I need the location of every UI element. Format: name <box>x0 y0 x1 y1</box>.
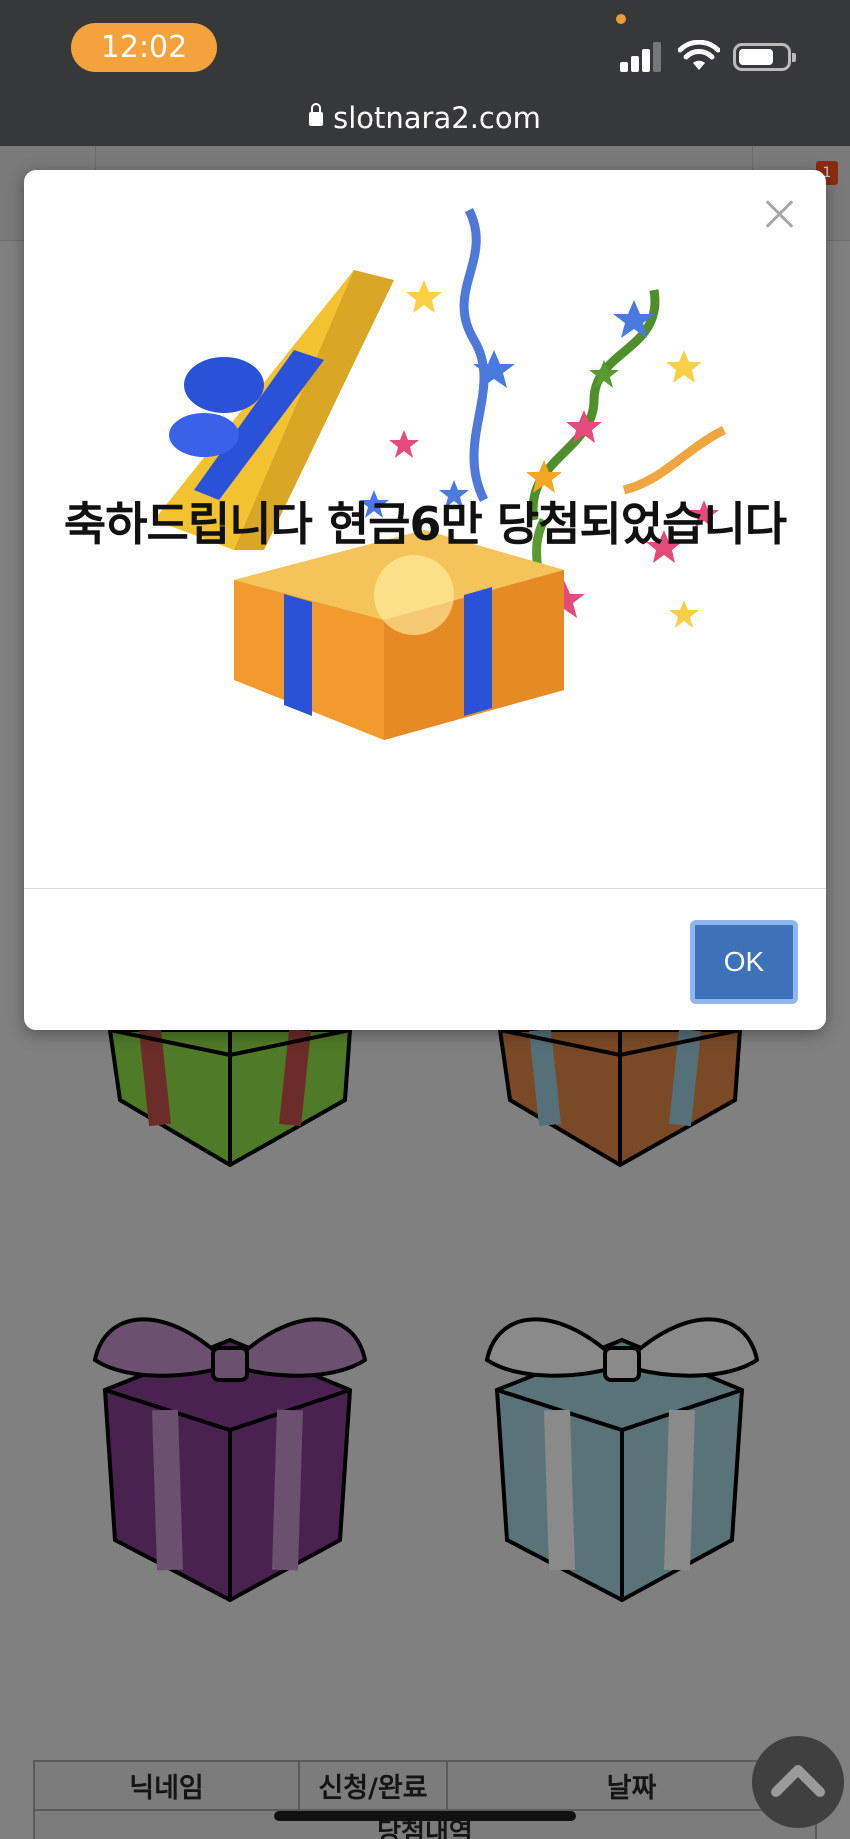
home-indicator <box>274 1811 576 1821</box>
address-bar[interactable]: slotnara2.com <box>0 98 850 138</box>
gift-box-purple-icon[interactable] <box>85 1290 375 1605</box>
close-icon[interactable] <box>764 198 796 230</box>
gift-box-teal-icon[interactable] <box>477 1290 767 1605</box>
scroll-to-top-button[interactable] <box>752 1736 844 1828</box>
status-bar: 12:02 slotnara2.com <box>0 0 850 146</box>
battery-icon <box>733 43 796 71</box>
url-text: slotnara2.com <box>333 101 541 135</box>
status-time: 12:02 <box>71 23 217 72</box>
recording-indicator-icon <box>616 14 626 24</box>
column-header-nickname: 닉네임 <box>33 1760 300 1811</box>
wifi-icon <box>678 40 720 70</box>
gift-box-brown-icon[interactable] <box>490 1010 750 1180</box>
winners-table: 닉네임 신청/완료 날짜 당첨내역 <box>33 1760 817 1839</box>
table-header-row: 닉네임 신청/완료 날짜 <box>33 1760 817 1811</box>
lock-icon <box>309 103 324 126</box>
chevron-up-icon <box>771 1765 825 1797</box>
column-header-status: 신청/완료 <box>298 1760 448 1811</box>
ok-button[interactable]: OK <box>690 920 798 1004</box>
modal-divider <box>24 888 826 889</box>
prize-message: 축하드립니다 현금6만 당첨되었습니다 <box>63 497 787 551</box>
prize-modal: 축하드립니다 현금6만 당첨되었습니다 OK <box>24 170 826 1030</box>
cellular-signal-icon <box>620 42 664 72</box>
gift-box-green-icon[interactable] <box>100 1010 360 1180</box>
